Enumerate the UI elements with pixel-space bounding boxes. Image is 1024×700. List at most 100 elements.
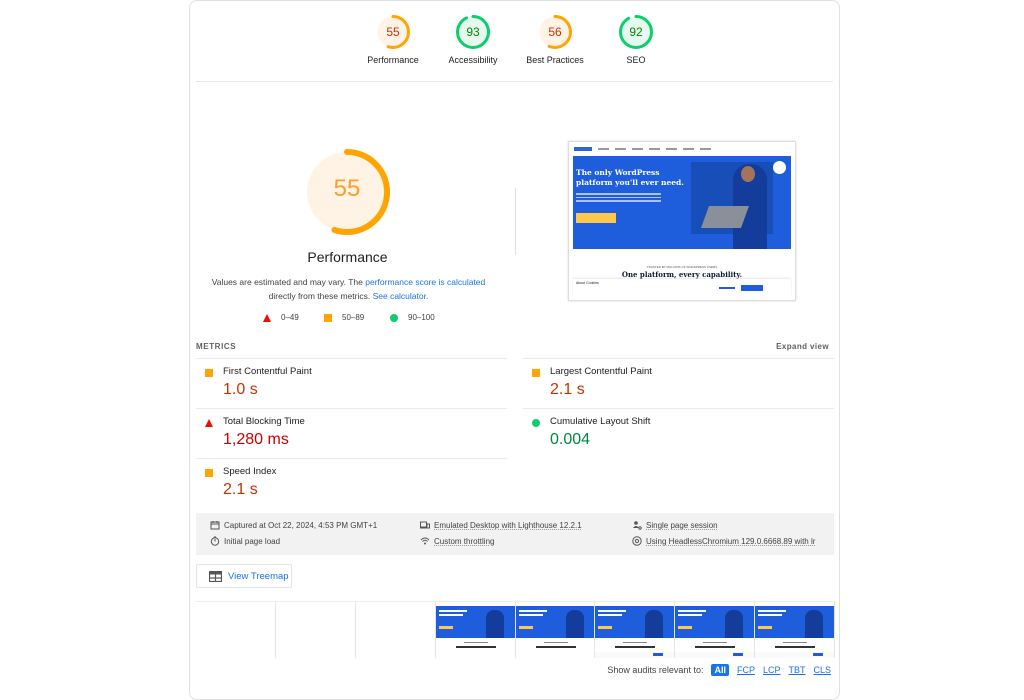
gauge-label: Performance bbox=[367, 55, 419, 65]
nav-item bbox=[615, 148, 626, 150]
headline-line: platform you'll ever need. bbox=[576, 178, 684, 187]
expand-view-toggle[interactable]: Expand view bbox=[776, 342, 829, 351]
chrome-icon bbox=[632, 536, 642, 546]
nav-item bbox=[598, 148, 609, 150]
cookie-banner: About Cookies bbox=[573, 279, 791, 297]
devices-icon bbox=[420, 521, 430, 529]
meta-emulated[interactable]: Emulated Desktop with Lighthouse 12.2.1 bbox=[420, 520, 582, 530]
metric-value: 2.1 s bbox=[223, 481, 258, 498]
metrics-header: METRICS bbox=[196, 342, 237, 351]
nav-item bbox=[632, 148, 643, 150]
gauge-accessibility[interactable]: 93 Accessibility bbox=[428, 15, 518, 65]
square-icon bbox=[205, 369, 213, 377]
timer-icon bbox=[210, 536, 220, 546]
cookie-settings-link bbox=[719, 287, 735, 289]
square-icon bbox=[205, 469, 213, 477]
treemap-label: View Treemap bbox=[228, 570, 289, 582]
metric-title: Speed Index bbox=[223, 466, 277, 477]
captured-text: Captured at Oct 22, 2024, 4:53 PM GMT+1 bbox=[224, 520, 378, 530]
gauge-score: 56 bbox=[548, 25, 562, 39]
filmstrip-frame bbox=[515, 602, 596, 658]
meta-session[interactable]: Single page session bbox=[632, 520, 718, 530]
metric-value: 1,280 ms bbox=[223, 431, 289, 448]
metric-title: Largest Contentful Paint bbox=[550, 366, 652, 377]
filmstrip-frame bbox=[435, 602, 516, 658]
square-icon bbox=[532, 369, 540, 377]
meta-browser[interactable]: Using HeadlessChromium 129.0.6668.89 wit… bbox=[632, 536, 815, 546]
screenshot-nav bbox=[569, 142, 795, 156]
gauge-best-practices[interactable]: 56 Best Practices bbox=[510, 15, 600, 65]
tagline: One platform, every capability. bbox=[621, 270, 743, 279]
filmstrip-frame bbox=[675, 602, 756, 658]
metric-lcp: Largest Contentful Paint 2.1 s bbox=[523, 358, 834, 408]
legend-fail: 0–49 bbox=[263, 313, 299, 322]
filter-all[interactable]: All bbox=[711, 664, 729, 676]
nav-item bbox=[700, 148, 711, 150]
metric-tbt: Total Blocking Time 1,280 ms bbox=[196, 408, 507, 458]
desc-text: Values are estimated and may vary. The bbox=[211, 277, 366, 287]
square-icon bbox=[324, 313, 332, 322]
metric-value: 2.1 s bbox=[550, 381, 585, 398]
view-treemap-button[interactable]: View Treemap bbox=[196, 564, 292, 588]
hero-headline: The only WordPress platform you'll ever … bbox=[576, 168, 684, 188]
calendar-icon bbox=[210, 521, 220, 530]
metric-value: 0.004 bbox=[550, 431, 591, 448]
person-icon bbox=[633, 521, 642, 530]
desc-text: directly from these metrics. bbox=[268, 291, 373, 301]
vertical-divider bbox=[515, 188, 516, 255]
hero-paragraph bbox=[576, 193, 661, 205]
lighthouse-report: 55 Performance 93 Accessibility 56 Best … bbox=[189, 0, 840, 700]
gauge-label: SEO bbox=[626, 55, 646, 65]
see-calculator-link[interactable]: See calculator. bbox=[373, 291, 429, 301]
emulated-text: Emulated Desktop with Lighthouse 12.2.1 bbox=[434, 520, 582, 530]
legend-range: 90–100 bbox=[408, 313, 435, 322]
gauge-performance[interactable]: 55 Performance bbox=[348, 15, 438, 65]
cookie-title: About Cookies bbox=[576, 281, 599, 285]
load-text: Initial page load bbox=[224, 536, 281, 546]
gauge-seo[interactable]: 92 SEO bbox=[591, 15, 681, 65]
cookie-accept bbox=[741, 285, 763, 291]
browser-text: Using HeadlessChromium 129.0.6668.89 wit… bbox=[646, 536, 816, 546]
filmstrip-frame bbox=[595, 602, 676, 658]
runtime-settings: Captured at Oct 22, 2024, 4:53 PM GMT+1 … bbox=[196, 513, 834, 555]
gauge-label: Best Practices bbox=[526, 55, 584, 65]
throttling-text: Custom throttling bbox=[434, 536, 495, 546]
performance-gauge: 55 bbox=[304, 149, 390, 235]
wifi-icon bbox=[420, 537, 430, 545]
legend-pass: 90–100 bbox=[390, 313, 435, 322]
performance-description: Values are estimated and may vary. The p… bbox=[206, 275, 491, 303]
hero-face bbox=[741, 166, 755, 182]
filter-fcp[interactable]: FCP bbox=[737, 665, 755, 675]
audit-filter: Show audits relevant to: All FCP LCP TBT… bbox=[607, 664, 831, 676]
gauge-label: Accessibility bbox=[448, 55, 498, 65]
metric-speed-index: Speed Index 2.1 s bbox=[196, 458, 507, 508]
triangle-icon bbox=[205, 419, 213, 427]
performance-score: 55 bbox=[333, 175, 361, 202]
logo bbox=[574, 147, 592, 151]
legend-range: 0–49 bbox=[281, 313, 299, 322]
filmstrip-frame bbox=[196, 602, 276, 658]
final-screenshot[interactable]: The only WordPress platform you'll ever … bbox=[568, 141, 796, 301]
filter-label: Show audits relevant to: bbox=[607, 665, 704, 675]
metric-cls: Cumulative Layout Shift 0.004 bbox=[523, 408, 834, 458]
screenshot-hero: The only WordPress platform you'll ever … bbox=[573, 156, 791, 249]
score-calculated-link[interactable]: performance score is calculated bbox=[365, 277, 485, 287]
circle-icon bbox=[390, 313, 398, 322]
filter-cls[interactable]: CLS bbox=[813, 665, 831, 675]
hero-laptop bbox=[700, 206, 750, 228]
metric-title: Total Blocking Time bbox=[223, 416, 305, 427]
filmstrip-frame bbox=[275, 602, 356, 658]
wordpress-badge bbox=[773, 161, 786, 174]
meta-throttling[interactable]: Custom throttling bbox=[420, 536, 494, 546]
nav-item bbox=[683, 148, 694, 150]
gauge-score: 92 bbox=[629, 25, 643, 39]
metric-title: Cumulative Layout Shift bbox=[550, 416, 651, 427]
triangle-icon bbox=[263, 313, 271, 322]
circle-icon bbox=[532, 419, 540, 427]
filmstrip-frame bbox=[355, 602, 436, 658]
metric-value: 1.0 s bbox=[223, 381, 258, 398]
filter-lcp[interactable]: LCP bbox=[763, 665, 781, 675]
legend-average: 50–89 bbox=[324, 313, 364, 322]
filter-tbt[interactable]: TBT bbox=[788, 665, 805, 675]
trusted-text: TRUSTED BY MILLIONS OF WORDPRESS USERS bbox=[646, 265, 718, 269]
